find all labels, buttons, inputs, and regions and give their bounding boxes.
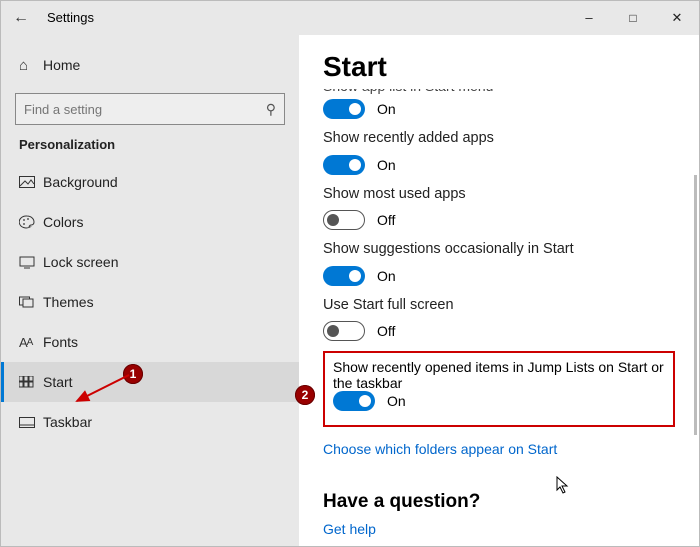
toggle-state: On bbox=[377, 157, 396, 173]
toggle-state: Off bbox=[377, 323, 395, 339]
annotation-highlight: Show recently opened items in Jump Lists… bbox=[323, 351, 675, 427]
nav-home[interactable]: ⌂ Home bbox=[1, 45, 299, 85]
annotation-arrow bbox=[71, 371, 133, 407]
page-title: Start bbox=[323, 51, 675, 83]
setting-label: Show recently added apps bbox=[323, 129, 675, 149]
sidebar-item-start[interactable]: Start bbox=[1, 362, 299, 402]
sidebar-label: Start bbox=[43, 374, 73, 390]
sidebar-item-lock-screen[interactable]: Lock screen bbox=[1, 242, 299, 282]
sidebar-label: Taskbar bbox=[43, 414, 92, 430]
themes-icon bbox=[19, 295, 43, 309]
sidebar-label: Background bbox=[43, 174, 118, 190]
sidebar-label: Themes bbox=[43, 294, 94, 310]
help-link[interactable]: Get help bbox=[323, 521, 376, 537]
maximize-button[interactable]: □ bbox=[611, 11, 655, 25]
toggle-state: On bbox=[377, 268, 396, 284]
titlebar: ← Settings – □ ✕ bbox=[1, 1, 699, 35]
close-button[interactable]: ✕ bbox=[655, 10, 699, 26]
folders-link[interactable]: Choose which folders appear on Start bbox=[323, 441, 557, 457]
toggle-recently-added[interactable] bbox=[323, 155, 365, 175]
start-icon bbox=[19, 376, 43, 388]
search-input[interactable] bbox=[24, 102, 224, 117]
toggle-fullscreen[interactable] bbox=[323, 321, 365, 341]
sidebar: ⌂ Home ⚲ Personalization Background Colo… bbox=[1, 35, 299, 546]
sidebar-label: Colors bbox=[43, 214, 83, 230]
setting-label: Show suggestions occasionally in Start bbox=[323, 240, 675, 260]
question-heading: Have a question? bbox=[323, 491, 675, 513]
scrollbar[interactable] bbox=[694, 175, 697, 435]
picture-icon bbox=[19, 176, 43, 188]
fonts-icon: AA bbox=[19, 335, 43, 350]
nav-home-label: Home bbox=[43, 57, 80, 73]
minimize-button[interactable]: – bbox=[567, 10, 611, 25]
setting-label: Show most used apps bbox=[323, 185, 675, 205]
palette-icon bbox=[19, 215, 43, 229]
sidebar-label: Lock screen bbox=[43, 254, 118, 270]
taskbar-icon bbox=[19, 417, 43, 428]
toggle-state: On bbox=[377, 101, 396, 117]
monitor-icon bbox=[19, 256, 43, 269]
cutoff-setting-label: Show app list in Start menu bbox=[323, 89, 675, 99]
toggle-state: Off bbox=[377, 212, 395, 228]
category-heading: Personalization bbox=[1, 137, 299, 162]
window-title: Settings bbox=[41, 10, 94, 25]
cursor-icon bbox=[556, 476, 570, 499]
sidebar-item-themes[interactable]: Themes bbox=[1, 282, 299, 322]
main-panel: Start Show app list in Start menu On Sho… bbox=[299, 35, 699, 546]
home-icon: ⌂ bbox=[19, 57, 43, 74]
toggle-jump-lists[interactable] bbox=[333, 391, 375, 411]
toggle-most-used[interactable] bbox=[323, 210, 365, 230]
annotation-marker-2: 2 bbox=[295, 385, 315, 405]
back-button[interactable]: ← bbox=[1, 9, 41, 27]
sidebar-item-taskbar[interactable]: Taskbar bbox=[1, 402, 299, 442]
setting-label: Use Start full screen bbox=[323, 296, 675, 316]
sidebar-label: Fonts bbox=[43, 334, 78, 350]
sidebar-item-fonts[interactable]: AA Fonts bbox=[1, 322, 299, 362]
sidebar-item-background[interactable]: Background bbox=[1, 162, 299, 202]
search-input-wrap[interactable]: ⚲ bbox=[15, 93, 285, 125]
toggle-state: On bbox=[387, 393, 406, 409]
setting-label: Show recently opened items in Jump Lists… bbox=[333, 359, 665, 391]
search-icon: ⚲ bbox=[266, 101, 276, 118]
sidebar-item-colors[interactable]: Colors bbox=[1, 202, 299, 242]
toggle-app-list[interactable] bbox=[323, 99, 365, 119]
toggle-suggestions[interactable] bbox=[323, 266, 365, 286]
